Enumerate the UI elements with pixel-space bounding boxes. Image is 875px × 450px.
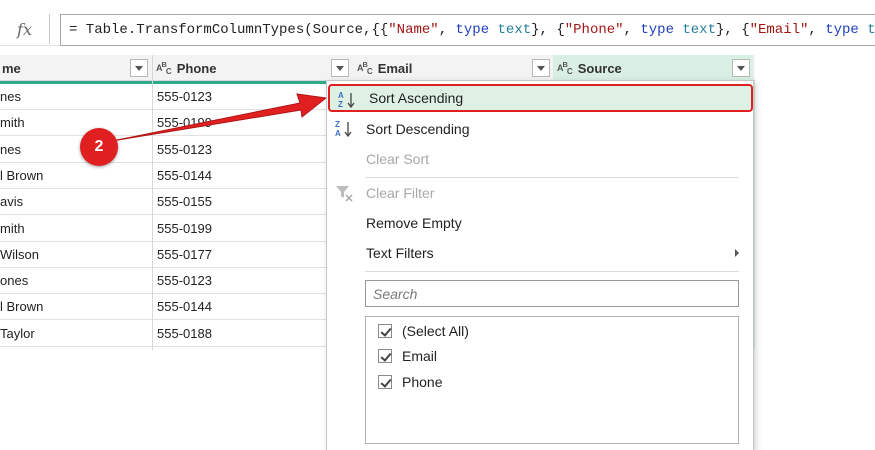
table-row[interactable]: avis 555-0155 bbox=[0, 189, 326, 216]
cell-name[interactable]: Wilson bbox=[0, 247, 150, 262]
column-header-row: me ABC Phone ABC Email ABC Source bbox=[0, 55, 755, 84]
svg-text:Z: Z bbox=[338, 100, 343, 109]
table-row[interactable]: l Brown 555-0144 bbox=[0, 163, 326, 189]
table-row[interactable]: mith 555-0199 bbox=[0, 110, 326, 137]
table-row[interactable]: nes 555-0123 bbox=[0, 84, 326, 110]
cell-name[interactable]: l Brown bbox=[0, 168, 150, 183]
column-header-email[interactable]: ABC Email bbox=[357, 55, 412, 81]
sort-descending-icon: Z A bbox=[335, 120, 352, 138]
formula-token: type bbox=[640, 22, 674, 38]
svg-text:Z: Z bbox=[335, 120, 340, 129]
svg-text:A: A bbox=[338, 91, 344, 100]
formula-token: }, { bbox=[715, 22, 750, 38]
name-column-dropdown[interactable] bbox=[130, 59, 148, 77]
checkbox-checked-icon[interactable] bbox=[378, 375, 392, 389]
formula-token: "Email" bbox=[749, 22, 809, 38]
phone-column-dropdown[interactable] bbox=[331, 59, 349, 77]
cell-phone[interactable]: 555-0177 bbox=[157, 247, 212, 262]
submenu-arrow-icon bbox=[735, 249, 739, 257]
checkbox-checked-icon[interactable] bbox=[378, 349, 392, 363]
clear-filter-item[interactable]: Clear Filter bbox=[327, 179, 753, 207]
sort-descending-item[interactable]: Z A Sort Descending bbox=[327, 115, 753, 143]
clear-sort-item[interactable]: Clear Sort bbox=[327, 145, 753, 173]
formula-token: type bbox=[455, 22, 490, 38]
clear-filter-icon bbox=[336, 186, 353, 202]
cell-name[interactable]: mith bbox=[0, 115, 150, 130]
formula-token: = Table.TransformColumnTypes(Source,{{ bbox=[69, 22, 389, 38]
checklist-item-phone[interactable]: Phone bbox=[378, 371, 442, 393]
cell-phone[interactable]: 555-0199 bbox=[157, 221, 212, 236]
cell-phone[interactable]: 555-0155 bbox=[157, 194, 212, 209]
checklist-item-select-all[interactable]: (Select All) bbox=[378, 320, 469, 342]
table-row[interactable]: l Brown 555-0144 bbox=[0, 294, 326, 321]
menu-divider bbox=[365, 177, 739, 178]
formula-token bbox=[489, 22, 497, 38]
column-header-phone[interactable]: ABC Phone bbox=[156, 55, 216, 81]
text-type-icon[interactable]: ABC bbox=[357, 60, 373, 76]
svg-text:A: A bbox=[335, 129, 341, 138]
formula-token: "Phone" bbox=[564, 22, 624, 38]
formula-token bbox=[859, 22, 867, 38]
cell-name[interactable]: nes bbox=[0, 142, 150, 157]
column-header-name[interactable]: me bbox=[2, 55, 21, 81]
formula-token: , bbox=[808, 22, 826, 38]
column-filter-menu: A Z Sort Ascending Z A Sort Descending C… bbox=[326, 80, 754, 450]
cell-phone[interactable]: 555-0144 bbox=[157, 168, 212, 183]
text-type-icon[interactable]: ABC bbox=[557, 60, 573, 76]
formula-bar: fx = Table.TransformColumnTypes(Source,{… bbox=[0, 0, 875, 46]
sort-ascending-item[interactable]: A Z Sort Ascending bbox=[328, 84, 753, 112]
table-row[interactable]: ones 555-0123 bbox=[0, 268, 326, 295]
text-filters-item[interactable]: Text Filters bbox=[327, 239, 753, 267]
value-checklist: (Select All) Email Phone bbox=[365, 316, 739, 444]
cell-phone[interactable]: 555-0144 bbox=[157, 299, 212, 314]
fx-button[interactable]: fx bbox=[0, 14, 50, 44]
formula-token: "Name" bbox=[388, 22, 439, 38]
source-column-dropdown[interactable] bbox=[732, 59, 750, 77]
formula-token: , bbox=[623, 22, 641, 38]
cell-phone[interactable]: 555-0199 bbox=[157, 115, 212, 130]
table-row[interactable]: Taylor 555-0188 bbox=[0, 321, 326, 347]
email-column-dropdown[interactable] bbox=[532, 59, 550, 77]
text-type-icon[interactable]: ABC bbox=[156, 60, 172, 76]
sort-ascending-icon: A Z bbox=[338, 91, 355, 109]
cell-name[interactable]: Taylor bbox=[0, 326, 150, 341]
cell-name[interactable]: ones bbox=[0, 273, 150, 288]
formula-token: , bbox=[438, 22, 456, 38]
table-row[interactable]: mith 555-0199 bbox=[0, 216, 326, 242]
formula-token: text bbox=[497, 22, 532, 38]
cell-phone[interactable]: 555-0188 bbox=[157, 326, 212, 341]
formula-token: text bbox=[682, 22, 716, 38]
cell-phone[interactable]: 555-0123 bbox=[157, 273, 212, 288]
step-badge: 2 bbox=[80, 128, 118, 166]
cell-name[interactable]: nes bbox=[0, 89, 150, 104]
remove-empty-item[interactable]: Remove Empty bbox=[327, 209, 753, 237]
search-input[interactable]: Search bbox=[365, 280, 739, 307]
column-divider bbox=[152, 55, 153, 350]
cell-name[interactable]: l Brown bbox=[0, 299, 150, 314]
formula-input[interactable]: = Table.TransformColumnTypes(Source,{{"N… bbox=[60, 14, 875, 46]
table-row[interactable]: nes 555-0123 bbox=[0, 137, 326, 163]
column-header-source[interactable]: ABC Source bbox=[553, 55, 753, 81]
cell-phone[interactable]: 555-0123 bbox=[157, 142, 212, 157]
menu-divider bbox=[365, 271, 739, 272]
formula-token: tex bbox=[867, 22, 875, 38]
formula-token: type bbox=[825, 22, 859, 38]
cell-name[interactable]: avis bbox=[0, 194, 150, 209]
table-row[interactable]: Wilson 555-0177 bbox=[0, 242, 326, 268]
fx-label: fx bbox=[17, 19, 32, 39]
checkbox-checked-icon[interactable] bbox=[378, 324, 392, 338]
cell-name[interactable]: mith bbox=[0, 221, 150, 236]
cell-phone[interactable]: 555-0123 bbox=[157, 89, 212, 104]
checklist-item-email[interactable]: Email bbox=[378, 345, 437, 367]
formula-token: }, { bbox=[531, 22, 565, 38]
